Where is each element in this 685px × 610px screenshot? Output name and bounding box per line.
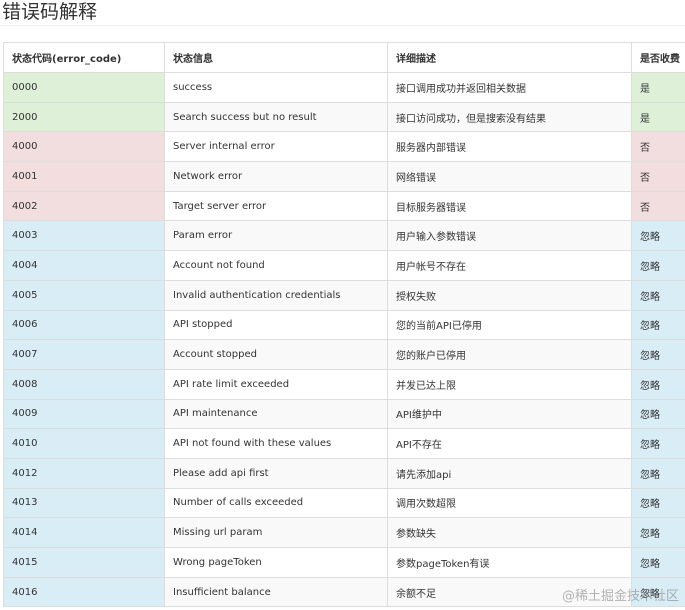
table-header-row: 状态代码(error_code) 状态信息 详细描述 是否收费 [3,42,685,73]
error-code-table: 状态代码(error_code) 状态信息 详细描述 是否收费 0000 succ… [3,42,685,608]
table-row: 4007 Account stopped 您的账户已停用 忽略 [3,339,685,370]
cell-error-code: 4010 [3,428,165,459]
table-row: 4006 API stopped 您的当前API已停用 忽略 [3,309,685,341]
cell-description: 用户帐号不存在 [387,250,632,281]
cell-error-code: 4009 [3,398,165,430]
table-row: 4001 Network error 网络错误否 [3,161,685,192]
cell-status-message: Account stopped [164,339,388,370]
cell-charge: 忽略 [631,250,685,281]
cell-charge: 否 [631,131,685,163]
cell-charge: 忽略 [631,220,685,252]
cell-charge: 忽略 [631,457,685,489]
cell-description: 参数pageToken有误 [387,547,632,578]
table-row: 4013 Number of calls exceeded 调用次数超限 忽略 [3,487,685,519]
cell-description: 接口访问成功，但是搜索没有结果 [387,101,632,133]
cell-description: 您的账户已停用 [387,339,632,370]
table-row: 2000 Search success but no result 接口访问成功，但… [3,101,685,133]
cell-error-code: 4015 [3,547,165,578]
cell-charge: 否 [631,161,685,192]
cell-description: API维护中 [387,398,632,430]
cell-error-code: 2000 [3,101,165,133]
cell-charge: 否 [631,190,685,222]
cell-charge: 忽略 [631,398,685,430]
table-row: 4014 Missing url param 参数缺失 忽略 [3,517,685,548]
cell-description: API不存在 [387,428,632,459]
cell-description: 授权失败 [387,279,632,311]
cell-description: 目标服务器错误 [387,190,632,222]
table-body: 0000 success 接口调用成功并返回相关数据是 2000 Search succ… [3,72,685,608]
cell-charge: 忽略 [631,368,685,400]
table-row: 4010 API not found with these values API不存… [3,428,685,459]
cell-description: 并发已达上限 [387,368,632,400]
cell-description: 接口调用成功并返回相关数据 [387,72,632,103]
cell-error-code: 4006 [3,309,165,341]
cell-error-code: 4007 [3,339,165,370]
cell-status-message: Wrong pageToken [164,547,388,578]
cell-error-code: 4003 [3,220,165,252]
cell-charge: 忽略 [631,428,685,459]
cell-status-message: Target server error [164,190,388,222]
table-row: 4004 Account not found 用户帐号不存在 忽略 [3,250,685,281]
cell-status-message: Insufficient balance [164,576,388,608]
page: 错误码解释 状态代码(error_code) 状态信息 详细描述 是否收费 00… [0,0,685,610]
header-description: 详细描述 [387,42,632,73]
header-error-code: 状态代码(error_code) [3,42,165,73]
cell-charge: 忽略 [631,279,685,311]
cell-error-code: 4008 [3,368,165,400]
cell-error-code: 4016 [3,576,165,608]
cell-description: 参数缺失 [387,517,632,548]
cell-status-message: API maintenance [164,398,388,430]
watermark: @稀土掘金技术社区 [561,589,679,604]
cell-charge: 忽略 [631,517,685,548]
title-divider [0,25,685,26]
table-row: 4003 Param error 用户输入参数错误 忽略 [3,220,685,252]
cell-description: 用户输入参数错误 [387,220,632,252]
cell-error-code: 4013 [3,487,165,519]
cell-error-code: 4001 [3,161,165,192]
cell-charge: 忽略 [631,547,685,578]
cell-error-code: 4002 [3,190,165,222]
cell-charge: 忽略 [631,309,685,341]
cell-status-message: Param error [164,220,388,252]
table-row: 0000 success 接口调用成功并返回相关数据是 [3,72,685,103]
cell-status-message: Please add api first [164,457,388,489]
cell-status-message: Number of calls exceeded [164,487,388,519]
cell-status-message: API rate limit exceeded [164,368,388,400]
cell-description: 请先添加api [387,457,632,489]
page-title: 错误码解释 [2,1,98,23]
cell-status-message: Account not found [164,250,388,281]
table-row: 4005 Invalid authentication credentials 授权… [3,279,685,311]
cell-status-message: Missing url param [164,517,388,548]
cell-status-message: API stopped [164,309,388,341]
cell-charge: 是 [631,101,685,133]
table-row: 4015 Wrong pageToken 参数pageToken有误 忽略 [3,547,685,578]
table-row: 4000 Server internal error 服务器内部错误否 [3,131,685,163]
cell-status-message: API not found with these values [164,428,388,459]
cell-status-message: success [164,72,388,103]
cell-error-code: 4014 [3,517,165,548]
header-charge: 是否收费 [631,42,685,73]
cell-status-message: Search success but no result [164,101,388,133]
cell-error-code: 0000 [3,72,165,103]
cell-description: 服务器内部错误 [387,131,632,163]
cell-charge: 忽略 [631,339,685,370]
cell-status-message: Server internal error [164,131,388,163]
cell-error-code: 4005 [3,279,165,311]
cell-description: 调用次数超限 [387,487,632,519]
table-row: 4002 Target server error 目标服务器错误否 [3,190,685,222]
table-row: 4008 API rate limit exceeded 并发已达上限 忽略 [3,368,685,400]
table-row: 4012 Please add api first 请先添加api 忽略 [3,457,685,489]
cell-error-code: 4000 [3,131,165,163]
table-row: 4009 API maintenance API维护中 忽略 [3,398,685,430]
cell-error-code: 4012 [3,457,165,489]
cell-status-message: Invalid authentication credentials [164,279,388,311]
cell-description: 网络错误 [387,161,632,192]
cell-description: 您的当前API已停用 [387,309,632,341]
cell-error-code: 4004 [3,250,165,281]
cell-charge: 忽略 [631,487,685,519]
cell-status-message: Network error [164,161,388,192]
cell-charge: 是 [631,72,685,103]
header-status-message: 状态信息 [164,42,388,73]
